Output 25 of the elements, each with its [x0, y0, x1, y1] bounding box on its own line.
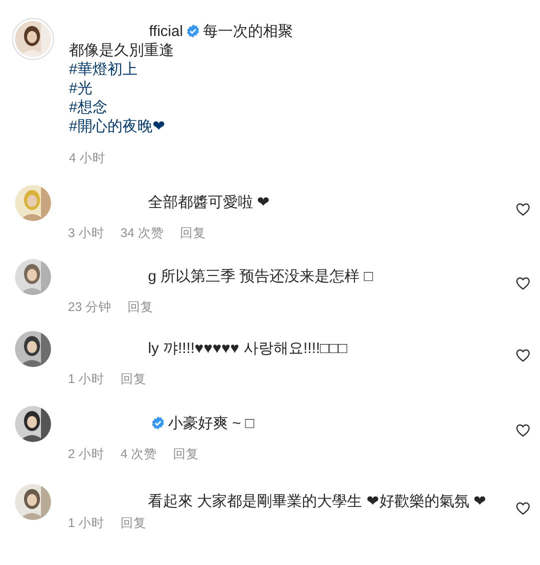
timestamp: 2 小时 [68, 446, 104, 462]
comment-text: 小豪好爽 ~ □ [168, 415, 254, 432]
username-link[interactable]: fficial [149, 23, 183, 40]
comment-text: 꺄!!!!♥♥♥♥♥ 사랑해요!!!!□□□ [163, 340, 348, 357]
comment-text: 所以第三季 预告还没来是怎样 □ [160, 268, 373, 285]
like-button[interactable] [516, 277, 530, 290]
like-button[interactable] [516, 349, 530, 362]
caption-text: 都像是久別重逢 [69, 41, 175, 60]
username-link[interactable]: g [148, 268, 161, 285]
caption-text: 每一次的相聚 [202, 23, 293, 40]
timestamp: 1 小时 [68, 515, 104, 531]
hashtag-link[interactable]: #華燈初上 [69, 60, 530, 79]
hashtag-link[interactable]: #光 [69, 79, 530, 98]
like-button[interactable] [516, 424, 530, 437]
comment-text: 全部都醬可愛啦 ❤ [148, 194, 270, 211]
timestamp: 23 分钟 [68, 299, 112, 315]
like-button[interactable] [516, 502, 530, 515]
timestamp: 4 小时 [69, 150, 106, 166]
username-link[interactable]: ly [148, 340, 163, 357]
like-button[interactable] [516, 203, 530, 216]
timestamp: 3 小时 [68, 225, 104, 241]
timestamp: 1 小时 [68, 371, 104, 387]
hashtag-link[interactable]: #開心的夜晚❤ [69, 117, 530, 136]
comment-text: 看起來 大家都是剛畢業的大學生 ❤好歡樂的氣氛 ❤ [148, 493, 487, 510]
hashtag-link[interactable]: #想念 [69, 98, 530, 117]
